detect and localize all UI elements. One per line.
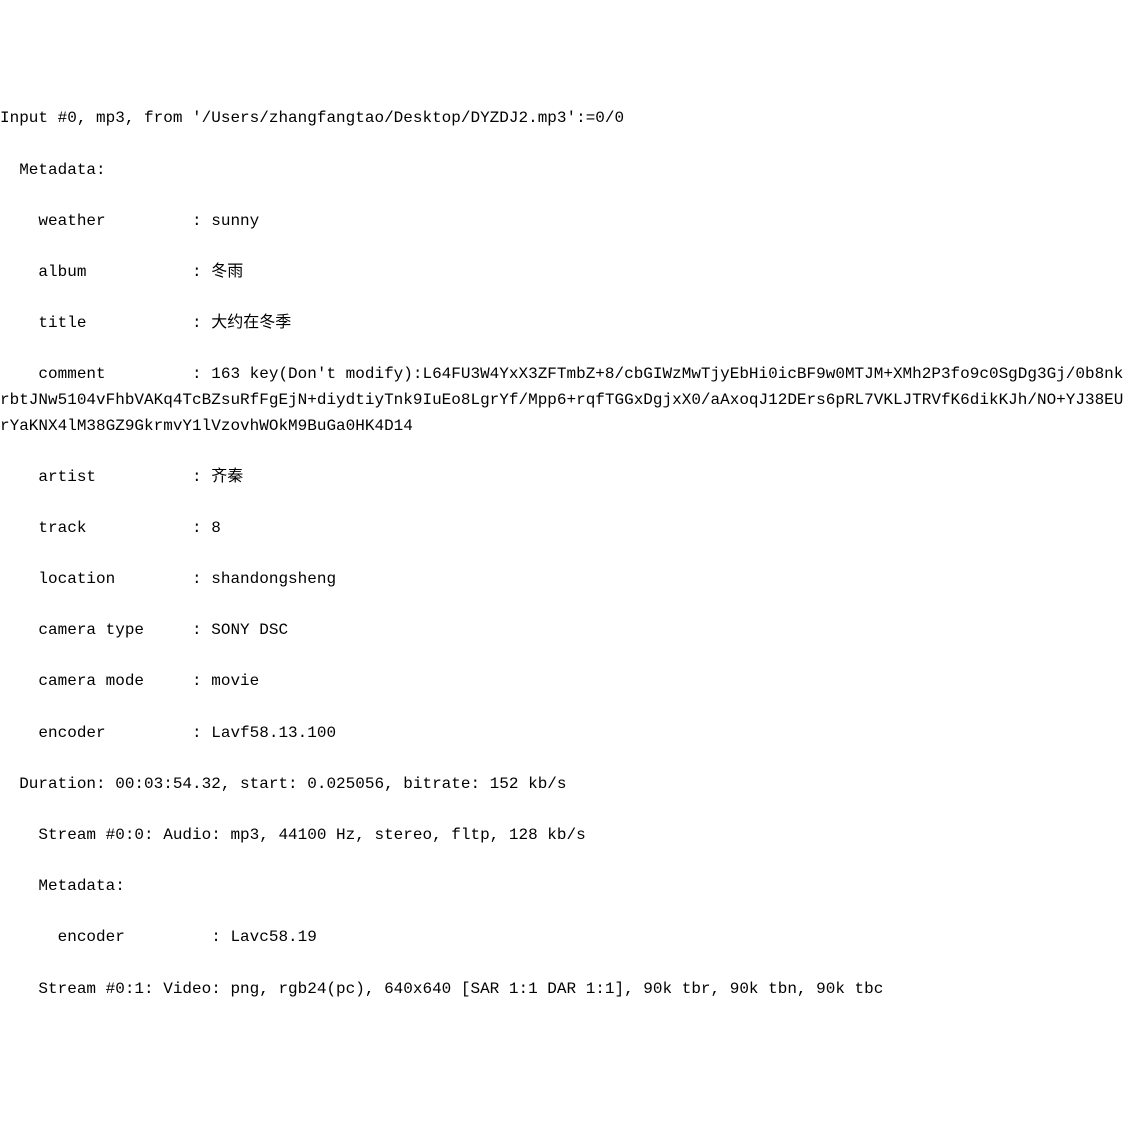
metadata-weather: weather : sunny — [0, 209, 1132, 235]
value-stream0-encoder: Lavc58.19 — [230, 928, 316, 946]
metadata-comment: comment : 163 key(Don't modify):L64FU3W4… — [0, 362, 1132, 439]
sep: : — [211, 928, 230, 946]
key-album: album — [0, 263, 192, 281]
key-track: track — [0, 519, 192, 537]
value-camera-mode: movie — [211, 672, 259, 690]
key-weather: weather — [0, 212, 192, 230]
stream-0: Stream #0:0: Audio: mp3, 44100 Hz, stere… — [0, 823, 1132, 849]
key-artist: artist — [0, 468, 192, 486]
sep: : — [192, 263, 211, 281]
value-artist: 齐秦 — [211, 468, 243, 486]
value-location: shandongsheng — [211, 570, 336, 588]
value-title: 大约在冬季 — [211, 314, 291, 332]
stream-0-encoder: encoder : Lavc58.19 — [0, 925, 1132, 951]
metadata-location: location : shandongsheng — [0, 567, 1132, 593]
sep: : — [192, 468, 211, 486]
sep: : — [192, 570, 211, 588]
metadata-camera-mode: camera mode : movie — [0, 669, 1132, 695]
value-weather: sunny — [211, 212, 259, 230]
value-album: 冬雨 — [211, 263, 243, 281]
sep: : — [192, 672, 211, 690]
value-encoder: Lavf58.13.100 — [211, 724, 336, 742]
sep: : — [192, 519, 211, 537]
sep: : — [192, 621, 211, 639]
sep: : — [192, 314, 211, 332]
key-location: location — [0, 570, 192, 588]
key-camera-type: camera type — [0, 621, 192, 639]
key-encoder: encoder — [0, 724, 192, 742]
value-track: 8 — [211, 519, 221, 537]
key-camera-mode: camera mode — [0, 672, 192, 690]
stream-0-metadata-label: Metadata: — [0, 874, 1132, 900]
key-title: title — [0, 314, 192, 332]
duration-line: Duration: 00:03:54.32, start: 0.025056, … — [0, 772, 1132, 798]
key-stream0-encoder: encoder — [0, 928, 211, 946]
sep: : — [192, 212, 211, 230]
stream-1: Stream #0:1: Video: png, rgb24(pc), 640x… — [0, 977, 1132, 1003]
metadata-artist: artist : 齐秦 — [0, 465, 1132, 491]
sep: : — [192, 365, 211, 383]
metadata-encoder: encoder : Lavf58.13.100 — [0, 721, 1132, 747]
metadata-track: track : 8 — [0, 516, 1132, 542]
input-header: Input #0, mp3, from '/Users/zhangfangtao… — [0, 106, 1132, 132]
metadata-label: Metadata: — [0, 158, 1132, 184]
sep: : — [192, 724, 211, 742]
key-comment: comment — [0, 365, 192, 383]
metadata-title: title : 大约在冬季 — [0, 311, 1132, 337]
value-camera-type: SONY DSC — [211, 621, 288, 639]
metadata-album: album : 冬雨 — [0, 260, 1132, 286]
metadata-camera-type: camera type : SONY DSC — [0, 618, 1132, 644]
